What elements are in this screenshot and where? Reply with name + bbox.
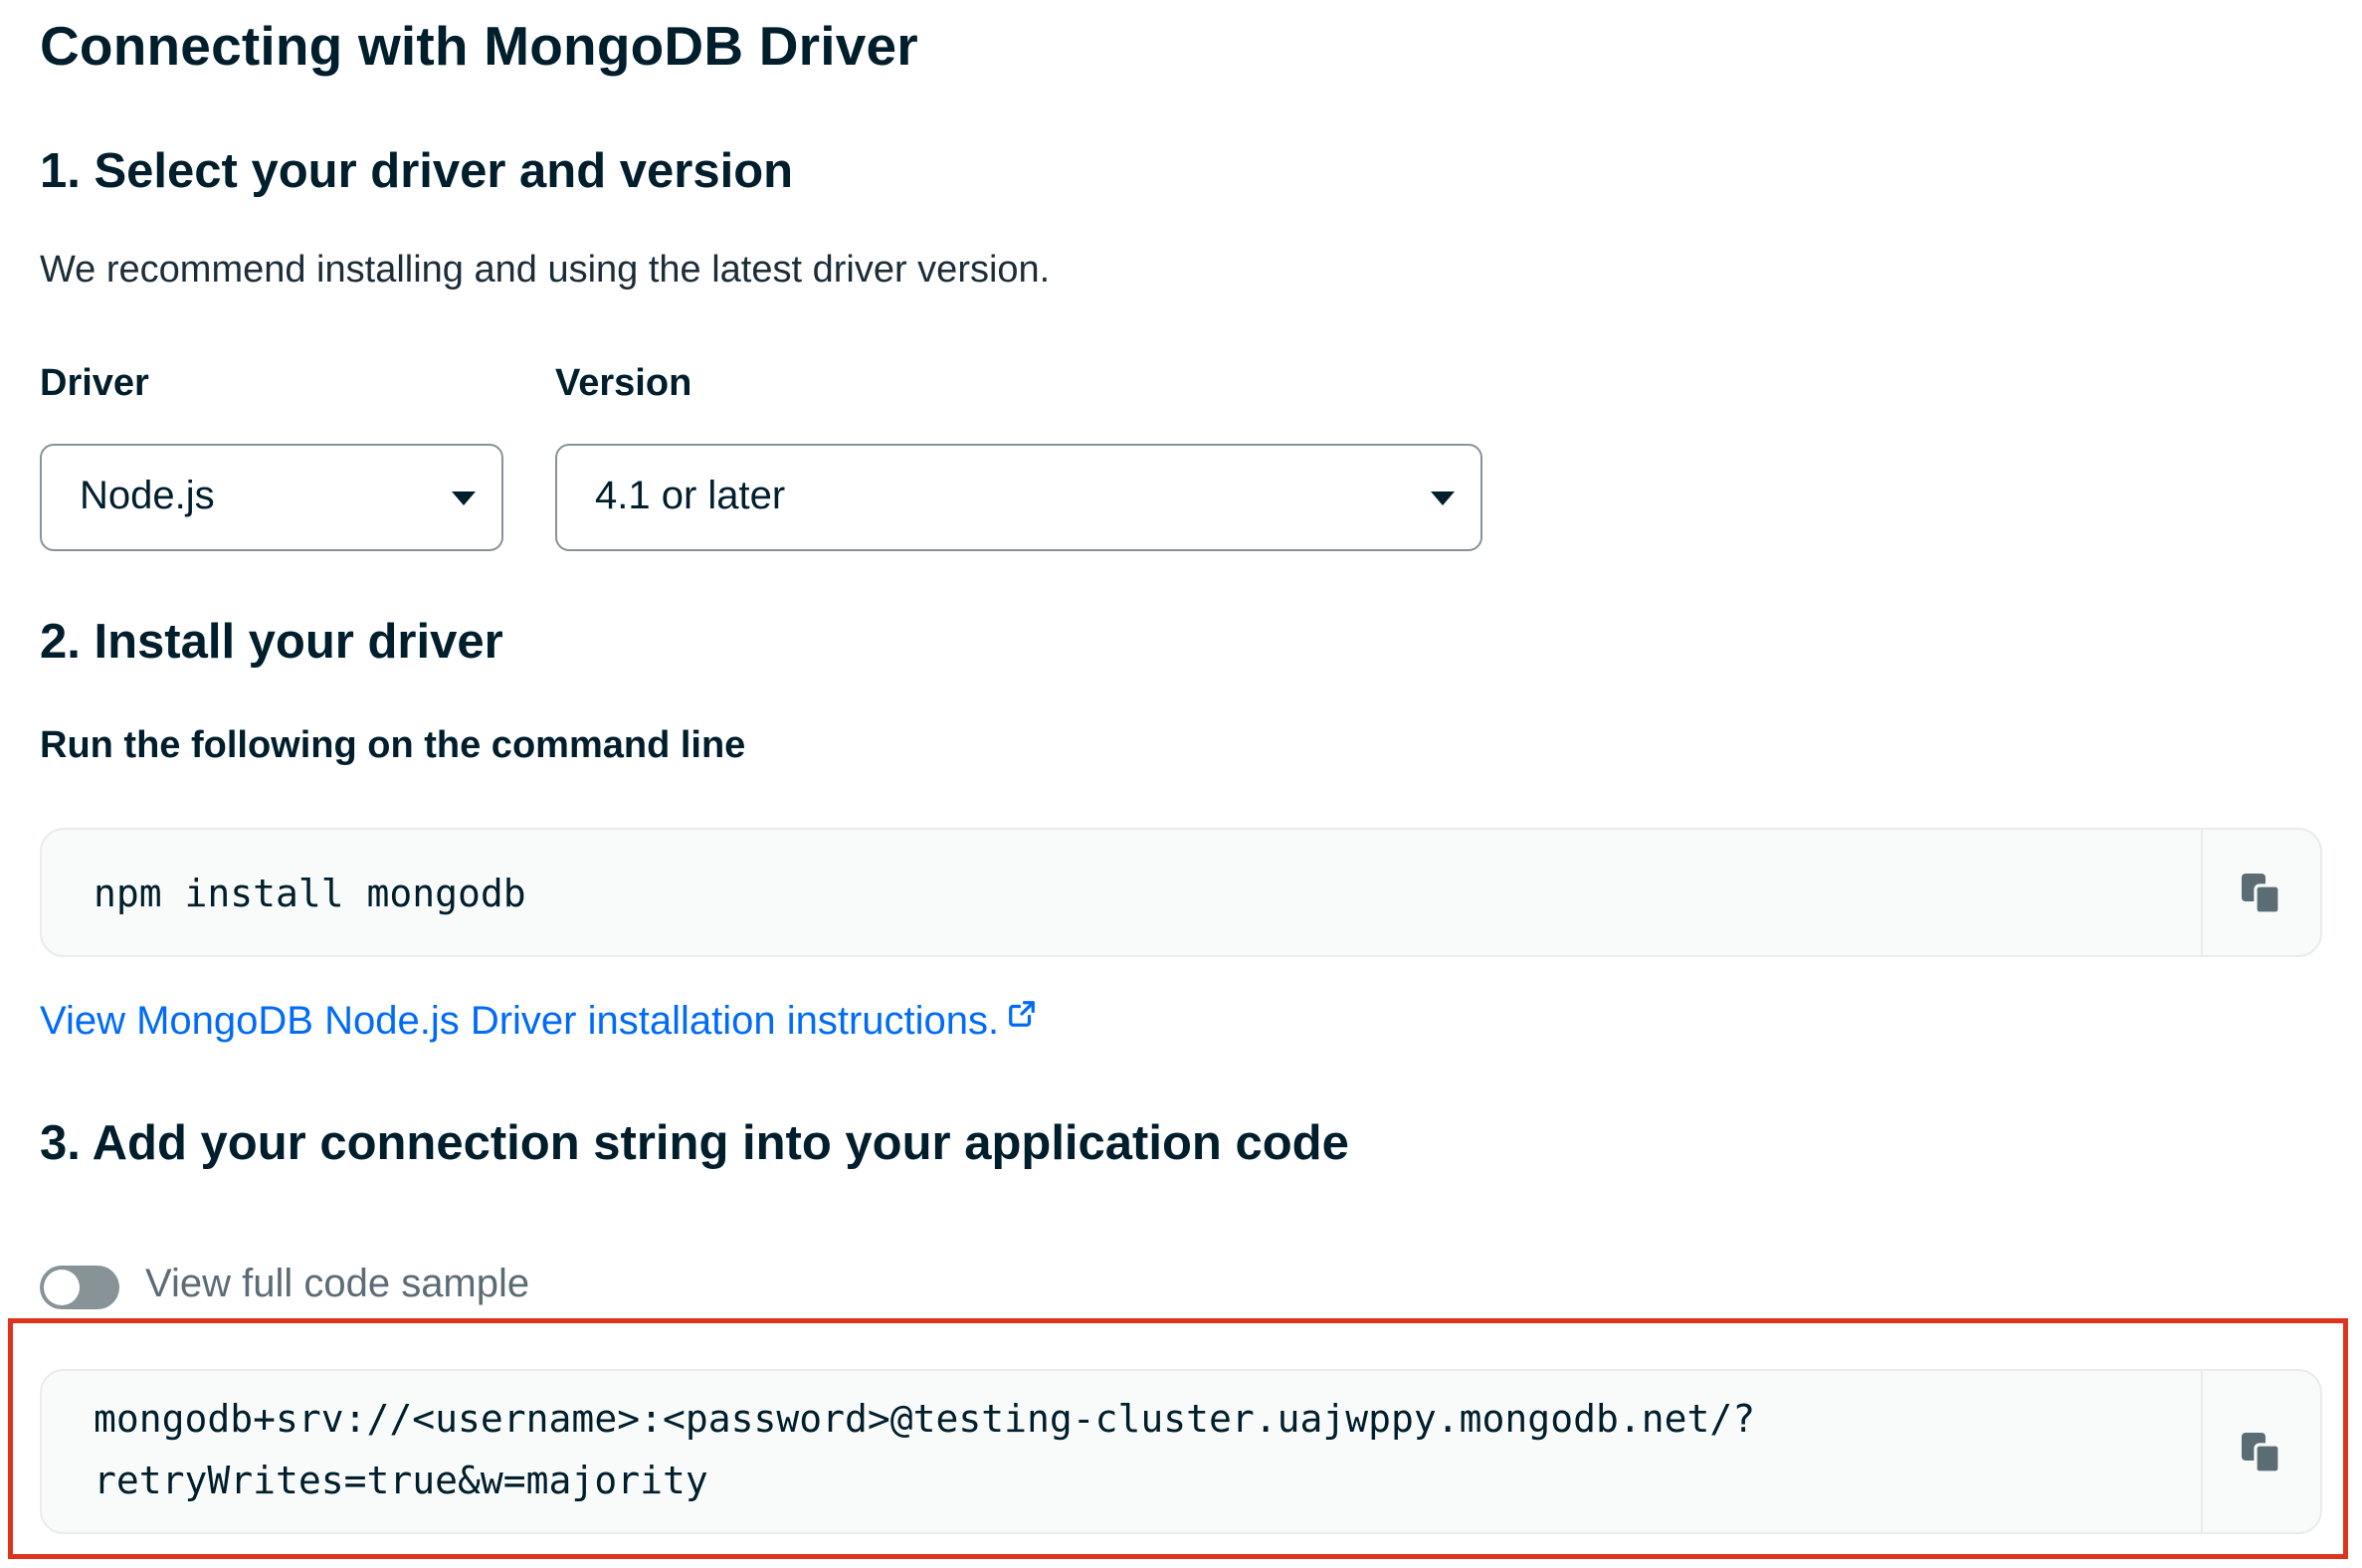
step2-heading: 2. Install your driver [40, 615, 503, 669]
driver-install-instructions-link[interactable]: View MongoDB Node.js Driver installation… [40, 999, 1035, 1044]
step1-heading: 1. Select your driver and version [40, 144, 794, 198]
driver-label: Driver [40, 362, 149, 404]
external-link-icon [1009, 1001, 1035, 1027]
view-full-code-label: View full code sample [145, 1262, 530, 1305]
chevron-down-icon [452, 491, 476, 505]
driver-select-value: Node.js [80, 474, 215, 517]
driver-select[interactable]: Node.js [40, 444, 503, 551]
step1-description: We recommend installing and using the la… [40, 249, 1051, 291]
version-select-value: 4.1 or later [595, 474, 786, 517]
chevron-down-icon [1431, 491, 1455, 505]
install-command-block: npm install mongodb [40, 828, 2322, 957]
version-label: Version [555, 362, 692, 404]
driver-install-instructions-link-text: View MongoDB Node.js Driver installation… [40, 999, 1000, 1043]
step3-heading: 3. Add your connection string into your … [40, 1116, 1349, 1170]
view-full-code-toggle[interactable] [40, 1266, 119, 1309]
step2-subheading: Run the following on the command line [40, 724, 746, 766]
highlight-box [8, 1318, 2348, 1559]
page-title: Connecting with MongoDB Driver [40, 15, 918, 77]
version-select[interactable]: 4.1 or later [555, 444, 1482, 551]
copy-install-command-button[interactable] [2201, 830, 2320, 955]
copy-icon [2242, 874, 2281, 915]
toggle-knob [44, 1270, 80, 1305]
install-command: npm install mongodb [94, 872, 526, 915]
